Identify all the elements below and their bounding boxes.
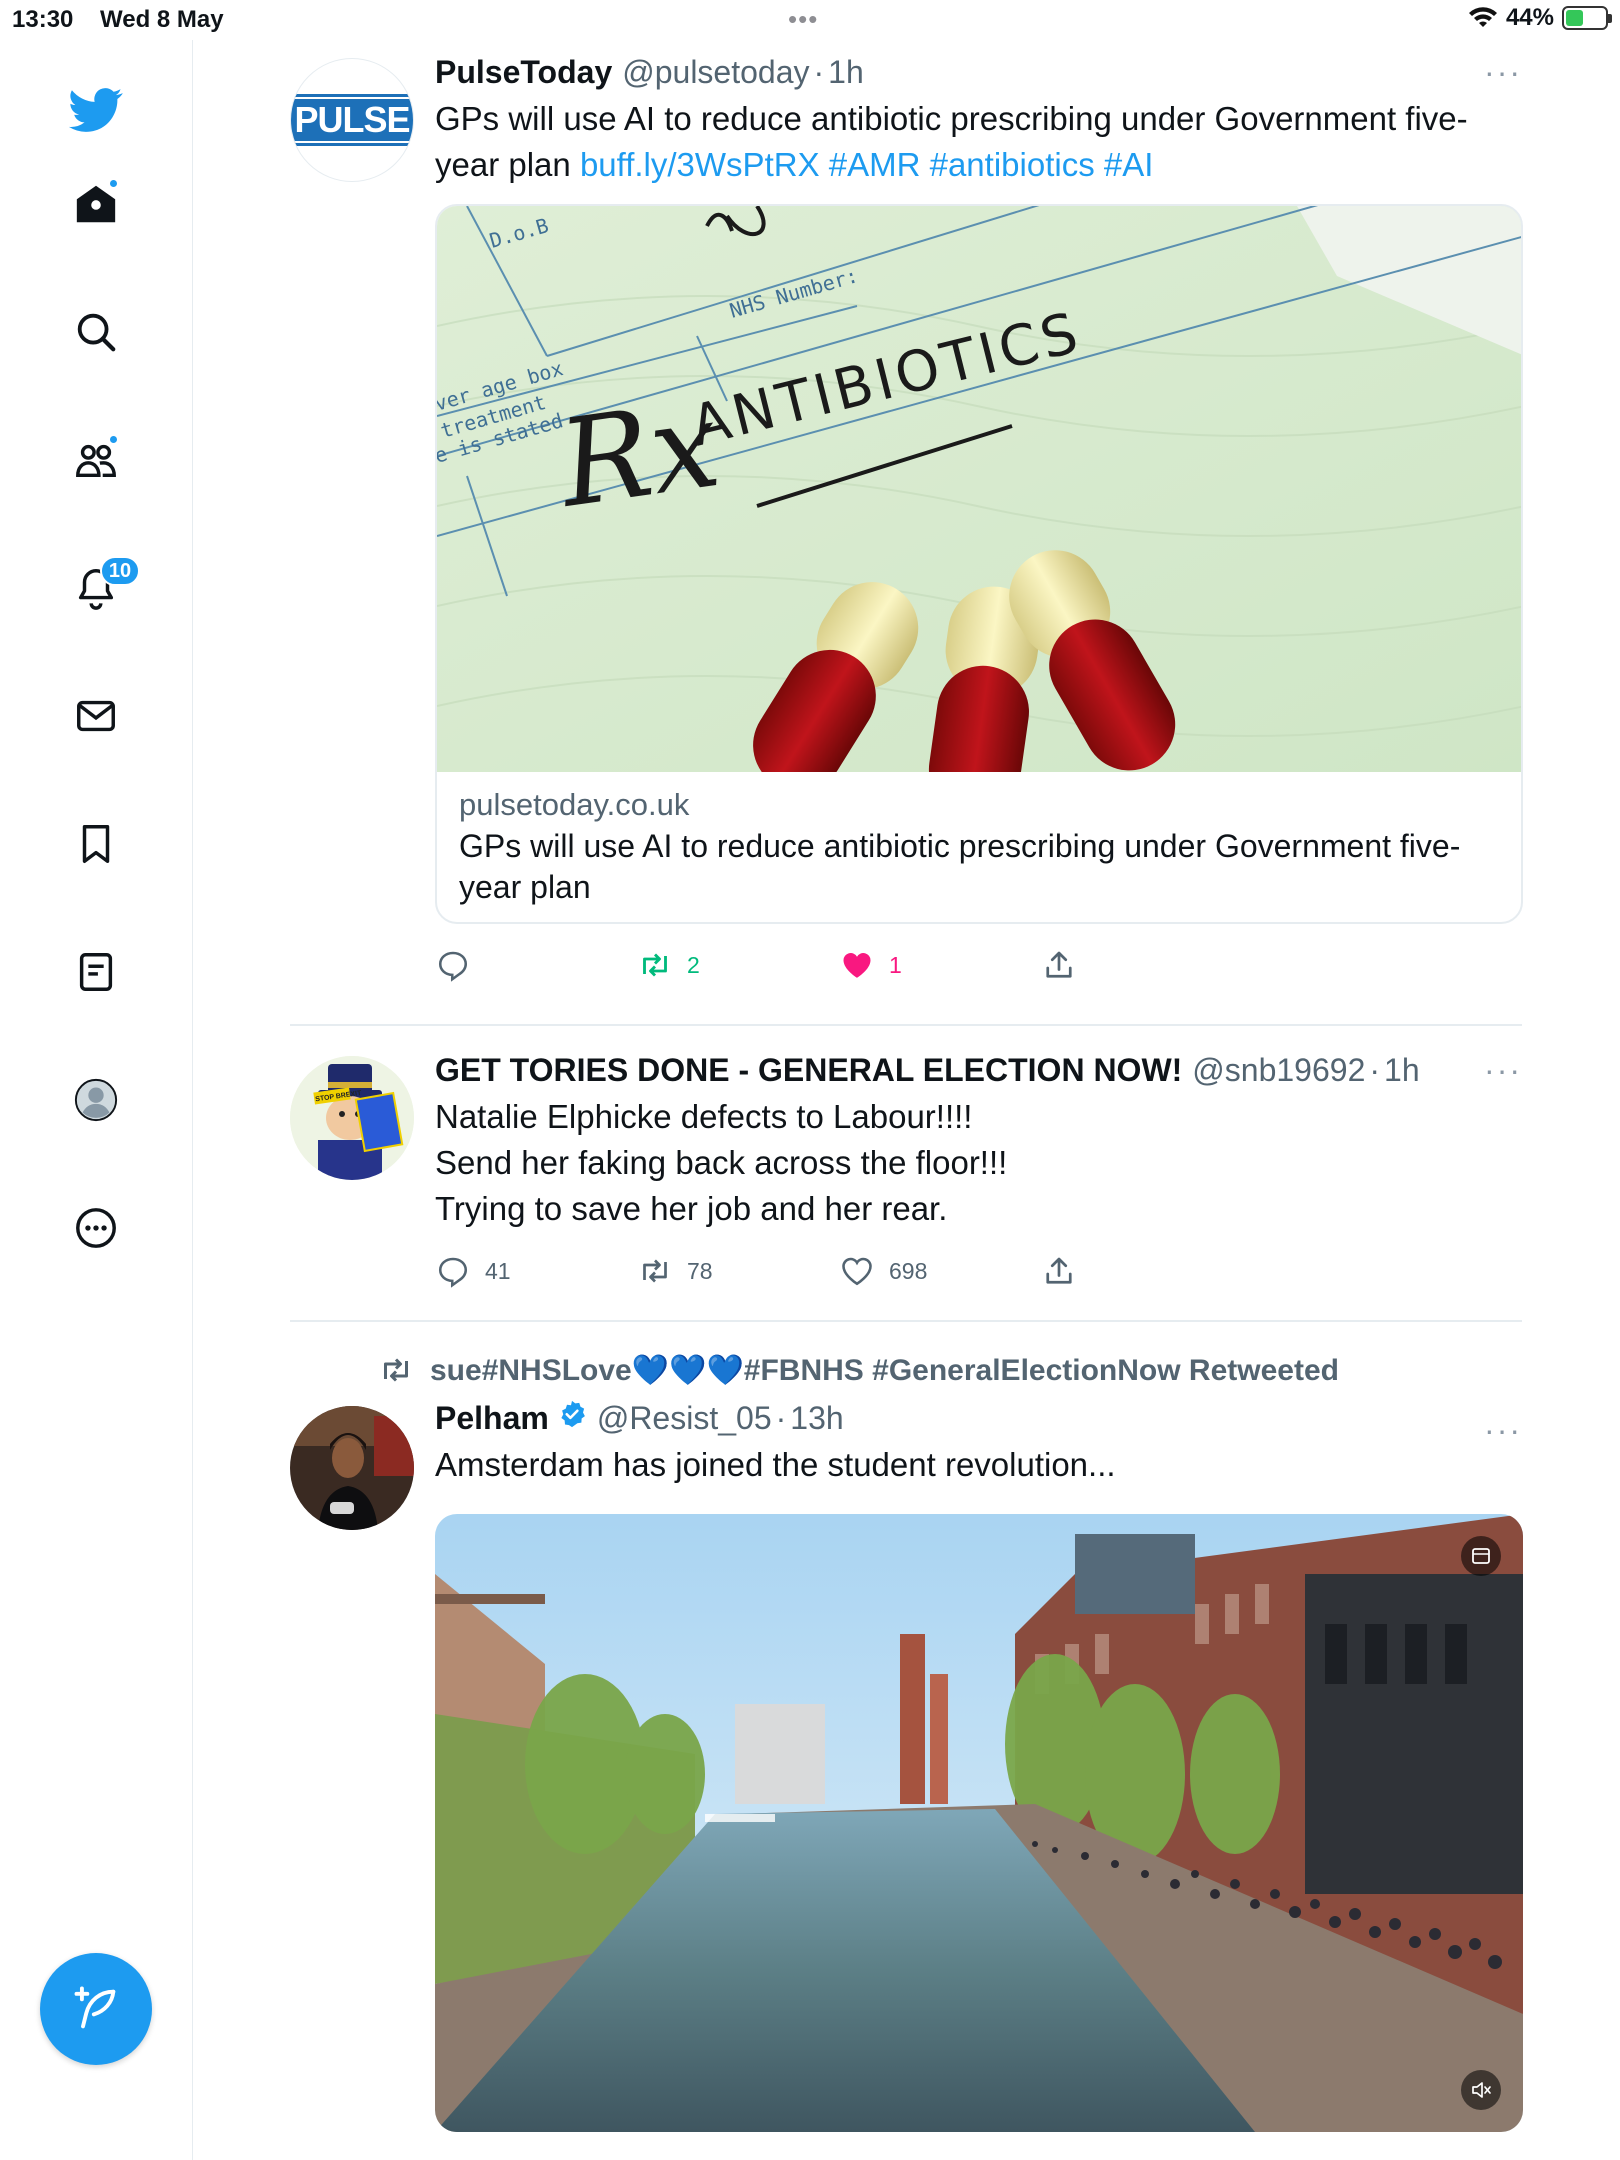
- multitasking-dots-icon[interactable]: •••: [788, 4, 818, 35]
- tweet-hashtags[interactable]: #AMR #antibiotics #AI: [829, 146, 1154, 183]
- card-meta: pulsetoday.co.uk GPs will use AI to redu…: [437, 772, 1521, 922]
- tweet-time[interactable]: 1h: [1384, 1048, 1420, 1092]
- sidebar: 10: [0, 40, 193, 2160]
- avatar-pulsetoday[interactable]: PULSE: [290, 58, 414, 182]
- tweet-text: Natalie Elphicke defects to Labour!!!! S…: [435, 1094, 1522, 1232]
- home-notification-dot: [108, 178, 119, 189]
- tweet-time[interactable]: 1h: [828, 50, 864, 94]
- tweet-content: PulseToday @pulsetoday · 1h ··· GPs will…: [435, 50, 1523, 1000]
- author-handle[interactable]: @pulsetoday: [622, 50, 809, 94]
- tweet-line: Natalie Elphicke defects to Labour!!!!: [435, 1098, 973, 1135]
- tweet-line: Send her faking back across the floor!!!: [435, 1144, 1008, 1181]
- video-settings-icon: [1472, 1548, 1490, 1564]
- heart-icon: [842, 1257, 872, 1286]
- home-icon[interactable]: [60, 168, 132, 240]
- search-icon[interactable]: [60, 296, 132, 368]
- more-options-icon[interactable]: [60, 1192, 132, 1264]
- like-button[interactable]: 1: [839, 947, 1041, 983]
- communities-icon[interactable]: [60, 424, 132, 496]
- separator: ·: [775, 1400, 787, 1436]
- share-icon: [1046, 951, 1072, 978]
- tweet-header: PulseToday @pulsetoday · 1h ···: [435, 50, 1522, 94]
- tweet-video[interactable]: [435, 1514, 1523, 2132]
- retweet-count: 2: [687, 951, 700, 978]
- like-count: 698: [889, 1257, 928, 1284]
- bookmark-icon[interactable]: [60, 808, 132, 880]
- tweet-text: GPs will use AI to reduce antibiotic pre…: [435, 96, 1522, 188]
- like-count: 1: [889, 951, 902, 978]
- tweet-time[interactable]: 13h: [790, 1396, 843, 1440]
- status-date: Wed 8 May: [100, 6, 224, 33]
- reply-icon: [438, 951, 468, 982]
- reply-icon: [438, 1257, 468, 1288]
- retweet-icon: [643, 953, 667, 977]
- status-time: 13:30: [12, 6, 74, 33]
- notifications-bell-icon[interactable]: 10: [60, 552, 140, 624]
- author-name[interactable]: Pelham: [435, 1396, 549, 1440]
- retweet-count: 78: [687, 1257, 713, 1284]
- share-button[interactable]: [1041, 947, 1243, 983]
- mute-button[interactable]: [1461, 2070, 1501, 2110]
- tweet-link[interactable]: buff.ly/3WsPtRX: [580, 146, 820, 183]
- separator: ·: [1369, 1052, 1381, 1088]
- avatar-snb19692[interactable]: STOP BREXIT: [290, 1056, 414, 1180]
- tweet-resist05[interactable]: sue#NHSLove💙💙💙#FBNHS #GeneralElectionNow…: [290, 1322, 1523, 2132]
- separator: ·: [813, 54, 825, 90]
- tweet-more-icon[interactable]: ···: [1484, 1408, 1522, 1452]
- tweet-more-icon[interactable]: ···: [1484, 1048, 1522, 1092]
- notifications-badge: 10: [100, 556, 140, 586]
- retweet-icon: [643, 1259, 667, 1283]
- verified-badge-icon: [561, 1400, 585, 1428]
- battery-icon: [1562, 6, 1612, 30]
- tweet-actions: 41 78 698: [435, 1236, 1522, 1306]
- twitter-logo-icon[interactable]: [60, 74, 132, 146]
- tweet-header: GET TORIES DONE - GENERAL ELECTION NOW! …: [435, 1048, 1522, 1092]
- lists-icon[interactable]: [60, 936, 132, 1008]
- retweet-button[interactable]: 78: [637, 1253, 839, 1289]
- compose-feather-icon: [74, 1986, 116, 2029]
- card-title: GPs will use AI to reduce antibiotic pre…: [459, 828, 1461, 905]
- wifi-icon: [1468, 7, 1497, 27]
- timeline-feed: PULSE PulseToday @pulsetoday · 1h ··· GP…: [290, 40, 1523, 2132]
- card-image-antibiotics: D.o.B NHS Number: ver age box treatment …: [437, 206, 1521, 772]
- reply-button[interactable]: [435, 947, 637, 983]
- retweeted-by-line[interactable]: sue#NHSLove💙💙💙#FBNHS #GeneralElectionNow…: [378, 1350, 1522, 1390]
- heart-filled-icon: [843, 953, 871, 978]
- tweet-header: Pelham @Resist_05 · 13h ···: [435, 1396, 1522, 1448]
- reply-count: 41: [485, 1257, 511, 1284]
- author-name[interactable]: GET TORIES DONE - GENERAL ELECTION NOW!: [435, 1048, 1182, 1092]
- author-handle[interactable]: @Resist_05: [597, 1396, 772, 1440]
- compose-tweet-button[interactable]: [40, 1953, 152, 2065]
- retweet-button[interactable]: 2: [637, 947, 839, 983]
- tweet-text: Amsterdam has joined the student revolut…: [435, 1446, 1116, 1483]
- author-handle[interactable]: @snb19692: [1192, 1048, 1365, 1092]
- tweet-line: Trying to save her job and her rear.: [435, 1190, 948, 1227]
- link-card[interactable]: D.o.B NHS Number: ver age box treatment …: [435, 204, 1523, 924]
- communities-notification-dot: [108, 434, 119, 445]
- retweeted-by-text: sue#NHSLove💙💙💙#FBNHS #GeneralElectionNow…: [430, 1353, 1339, 1387]
- tweet-more-icon[interactable]: ···: [1484, 50, 1522, 94]
- like-button[interactable]: 698: [839, 1253, 1041, 1289]
- muted-speaker-icon: [1472, 2082, 1491, 2098]
- card-domain: pulsetoday.co.uk: [459, 787, 690, 822]
- tweet-content: GET TORIES DONE - GENERAL ELECTION NOW! …: [435, 1048, 1522, 1306]
- status-right: 44%: [1468, 4, 1612, 32]
- tweet-pulsetoday[interactable]: PULSE PulseToday @pulsetoday · 1h ··· GP…: [290, 40, 1523, 1026]
- retweet-icon: [384, 1358, 408, 1382]
- messages-envelope-icon[interactable]: [60, 680, 132, 752]
- share-icon: [1046, 1257, 1072, 1284]
- video-frame-amsterdam-canal: [435, 1514, 1523, 2132]
- tweet-actions: 2 1: [435, 930, 1522, 1000]
- video-settings-button[interactable]: [1461, 1536, 1501, 1576]
- author-name[interactable]: PulseToday: [435, 50, 612, 94]
- pulse-logo: PULSE: [291, 94, 413, 146]
- reply-button[interactable]: 41: [435, 1253, 637, 1289]
- avatar-pelham[interactable]: [290, 1406, 414, 1530]
- battery-percent: 44%: [1505, 4, 1554, 31]
- status-bar: 13:30 Wed 8 May ••• 44%: [0, 0, 1620, 40]
- tweet-snb19692[interactable]: STOP BREXIT GET TORIES DONE - GENERAL EL…: [290, 1026, 1522, 1322]
- tweet-content: Pelham @Resist_05 · 13h ··· Amsterdam ha…: [435, 1396, 1523, 2132]
- profile-avatar-icon[interactable]: [60, 1064, 132, 1136]
- share-button[interactable]: [1041, 1253, 1243, 1289]
